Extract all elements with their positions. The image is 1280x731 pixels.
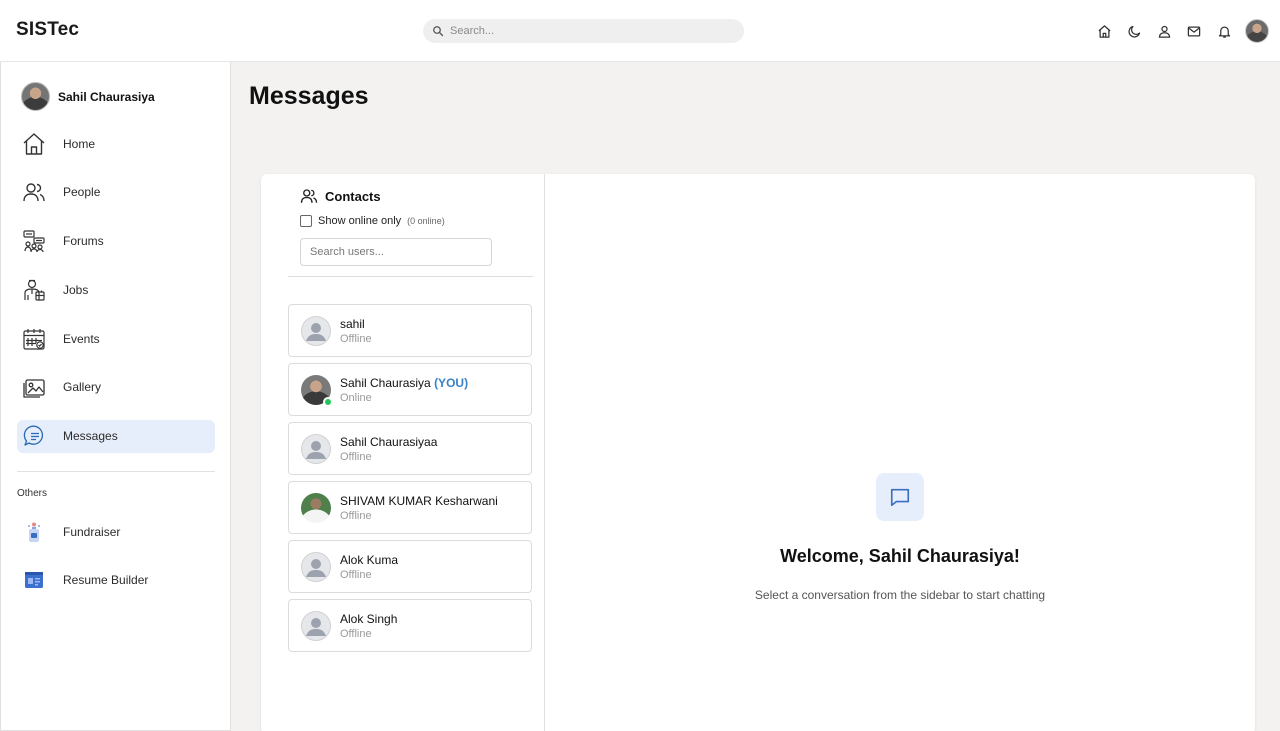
jobs-icon xyxy=(22,278,46,302)
sidebar-item-label: Resume Builder xyxy=(63,573,149,588)
contacts-header: Contacts xyxy=(300,187,381,205)
sidebar-others-nav: Fundraiser Resume Builder xyxy=(17,515,215,613)
contacts-title: Contacts xyxy=(325,188,381,204)
welcome-pane: Welcome, Sahil Chaurasiya! Select a conv… xyxy=(545,174,1255,731)
contact-status: Offline xyxy=(340,627,372,640)
contact-item[interactable]: Alok Singh Offline xyxy=(288,599,532,652)
avatar xyxy=(301,492,331,523)
sidebar-item-people[interactable]: People xyxy=(17,176,215,209)
avatar xyxy=(301,374,333,407)
gallery-icon xyxy=(22,375,46,399)
contacts-divider xyxy=(288,276,533,277)
page-title: Messages xyxy=(249,82,369,110)
others-heading: Others xyxy=(17,488,48,499)
mail-icon[interactable] xyxy=(1179,18,1209,44)
sidebar-item-label: Events xyxy=(63,331,100,346)
user-icon[interactable] xyxy=(1149,18,1179,44)
you-badge: (YOU) xyxy=(434,375,469,390)
sidebar-profile[interactable]: Sahil Chaurasiya xyxy=(21,82,155,111)
sidebar-item-home[interactable]: Home xyxy=(17,127,215,160)
resume-icon xyxy=(22,568,46,592)
search-users-input[interactable] xyxy=(300,238,492,266)
sidebar-item-label: Gallery xyxy=(63,380,102,395)
sidebar-item-label: People xyxy=(63,185,101,200)
chat-bubble-icon xyxy=(876,473,924,521)
contact-status: Offline xyxy=(340,332,372,345)
home-icon xyxy=(22,132,46,156)
contacts-pane: Contacts Show online only (0 online) sah… xyxy=(261,174,545,731)
sidebar-item-fundraiser[interactable]: Fundraiser xyxy=(17,515,215,548)
sidebar-item-resume-builder[interactable]: Resume Builder xyxy=(17,564,215,597)
contact-name: Alok Kuma xyxy=(340,552,399,567)
profile-avatar[interactable] xyxy=(1245,19,1269,43)
contact-item[interactable]: Sahil Chaurasiya (YOU) Online xyxy=(288,363,532,416)
messages-panel: Contacts Show online only (0 online) sah… xyxy=(261,174,1255,731)
contacts-icon xyxy=(300,189,318,203)
moon-icon[interactable] xyxy=(1119,18,1149,44)
search-input[interactable] xyxy=(450,25,730,37)
show-online-toggle[interactable]: Show online only (0 online) xyxy=(300,215,445,227)
global-search[interactable] xyxy=(423,19,744,43)
online-indicator xyxy=(323,396,333,407)
profile-name: Sahil Chaurasiya xyxy=(58,89,155,104)
contact-item[interactable]: sahil Offline xyxy=(288,304,532,357)
contact-status: Online xyxy=(340,391,372,404)
people-icon xyxy=(22,180,46,204)
sidebar-item-events[interactable]: Events xyxy=(17,322,215,355)
sidebar-item-gallery[interactable]: Gallery xyxy=(17,371,215,404)
avatar xyxy=(21,82,50,111)
contact-name: sahil xyxy=(340,316,365,331)
search-icon xyxy=(433,26,444,37)
sidebar: Sahil Chaurasiya Home People Forums Jobs xyxy=(0,62,231,731)
fundraiser-icon xyxy=(22,520,46,544)
default-avatar-icon xyxy=(301,610,331,641)
contact-status: Offline xyxy=(340,450,372,463)
contact-item[interactable]: Alok Kuma Offline xyxy=(288,540,532,593)
forums-icon xyxy=(22,229,46,253)
contact-name: Alok Singh xyxy=(340,611,398,626)
messages-icon xyxy=(22,424,46,448)
sidebar-divider xyxy=(17,471,215,472)
contact-name: Sahil Chaurasiyaa xyxy=(340,434,438,449)
sidebar-item-messages[interactable]: Messages xyxy=(17,419,215,453)
bell-icon[interactable] xyxy=(1209,18,1239,44)
welcome-title: Welcome, Sahil Chaurasiya! xyxy=(780,546,1020,566)
contact-list: sahil Offline Sahil Chaurasiya (YOU) Onl… xyxy=(288,304,532,658)
sidebar-item-label: Jobs xyxy=(63,282,89,297)
contact-name: SHIVAM KUMAR Kesharwani xyxy=(340,493,498,508)
welcome-subtitle: Select a conversation from the sidebar t… xyxy=(754,588,1046,602)
contact-item[interactable]: Sahil Chaurasiyaa Offline xyxy=(288,422,532,475)
sidebar-item-label: Messages xyxy=(63,429,118,444)
sidebar-nav: Home People Forums Jobs Events Gallery M… xyxy=(17,127,215,469)
default-avatar-icon xyxy=(301,551,331,582)
brand-logo[interactable]: SISTec xyxy=(16,19,79,41)
top-icons xyxy=(1089,18,1269,44)
contact-name: Sahil Chaurasiya xyxy=(340,375,431,390)
sidebar-item-forums[interactable]: Forums xyxy=(17,225,215,258)
top-bar: SISTec xyxy=(0,0,1280,62)
contact-status: Offline xyxy=(340,568,372,581)
calendar-icon xyxy=(22,327,46,351)
home-icon[interactable] xyxy=(1089,18,1119,44)
sidebar-item-jobs[interactable]: Jobs xyxy=(17,273,215,306)
contact-status: Offline xyxy=(340,509,372,522)
default-avatar-icon xyxy=(301,315,331,346)
sidebar-item-label: Home xyxy=(63,136,96,151)
sidebar-item-label: Fundraiser xyxy=(63,524,121,539)
show-online-label: Show online only xyxy=(318,215,402,227)
online-count: (0 online) xyxy=(407,216,445,226)
show-online-checkbox[interactable] xyxy=(300,215,312,227)
default-avatar-icon xyxy=(301,433,331,464)
sidebar-item-label: Forums xyxy=(63,234,104,249)
contact-item[interactable]: SHIVAM KUMAR Kesharwani Offline xyxy=(288,481,532,534)
